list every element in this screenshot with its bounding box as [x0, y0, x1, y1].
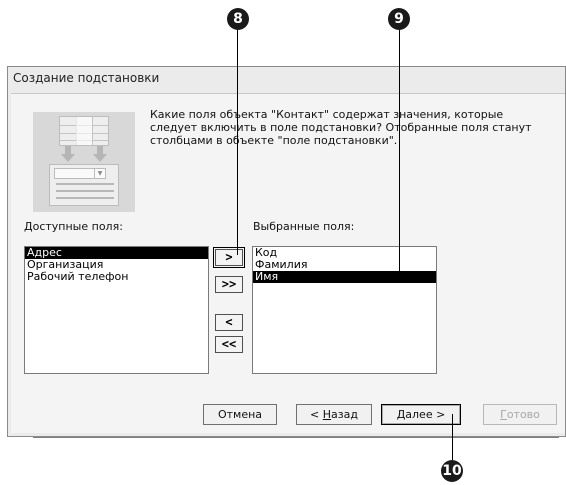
wizard-description: Какие поля объекта "Контакт" содержат зн…: [150, 108, 532, 147]
list-item[interactable]: Имя: [253, 271, 436, 283]
table-illustration: [59, 116, 109, 146]
next-rest: алее >: [405, 408, 446, 421]
window-title: Создание подстановки: [13, 71, 160, 85]
callout-8-line: [237, 30, 238, 255]
wizard-illustration: ▼: [33, 112, 135, 212]
back-hotkey: Н: [322, 408, 332, 421]
footer-divider: [33, 437, 559, 438]
callout-8: 8: [227, 8, 249, 30]
lookup-wizard-dialog: Создание подстановки ▼ Какие поля объект…: [7, 66, 566, 438]
back-prefix: <: [310, 408, 323, 421]
callout-9: 9: [388, 8, 410, 30]
callout-10: 10: [441, 460, 463, 482]
finish-hotkey: Г: [500, 408, 507, 421]
selected-fields-list[interactable]: Код Фамилия Имя: [252, 246, 437, 374]
finish-button[interactable]: Готово: [483, 404, 557, 425]
remove-all-fields-button[interactable]: <<: [215, 336, 243, 353]
callout-9-line: [399, 30, 400, 283]
title-bar: Создание подстановки: [8, 67, 565, 91]
add-all-fields-button[interactable]: >>: [215, 276, 243, 293]
cancel-button[interactable]: Отмена: [203, 404, 277, 425]
back-button[interactable]: < Назад: [296, 404, 372, 425]
chevron-down-icon: ▼: [94, 168, 106, 179]
next-button[interactable]: Далее >: [381, 404, 461, 425]
remove-field-button[interactable]: <: [215, 314, 243, 331]
back-rest: азад: [331, 408, 358, 421]
selected-fields-label: Выбранные поля:: [253, 220, 355, 233]
dialog-client-area: ▼ Какие поля объекта "Контакт" содержат …: [11, 93, 565, 438]
combo-illustration: ▼: [49, 164, 119, 206]
available-fields-list[interactable]: Адрес Организация Рабочий телефон: [24, 246, 209, 374]
list-item[interactable]: Рабочий телефон: [25, 271, 208, 283]
next-hotkey: Д: [396, 408, 406, 421]
available-fields-label: Доступные поля:: [24, 220, 123, 233]
finish-rest: отово: [506, 408, 540, 421]
arrow-down-icon: [93, 154, 107, 162]
callout-10-line: [452, 414, 453, 460]
arrow-down-icon: [61, 154, 75, 162]
add-field-button[interactable]: >: [213, 247, 245, 268]
list-item[interactable]: Фамилия: [253, 259, 436, 271]
